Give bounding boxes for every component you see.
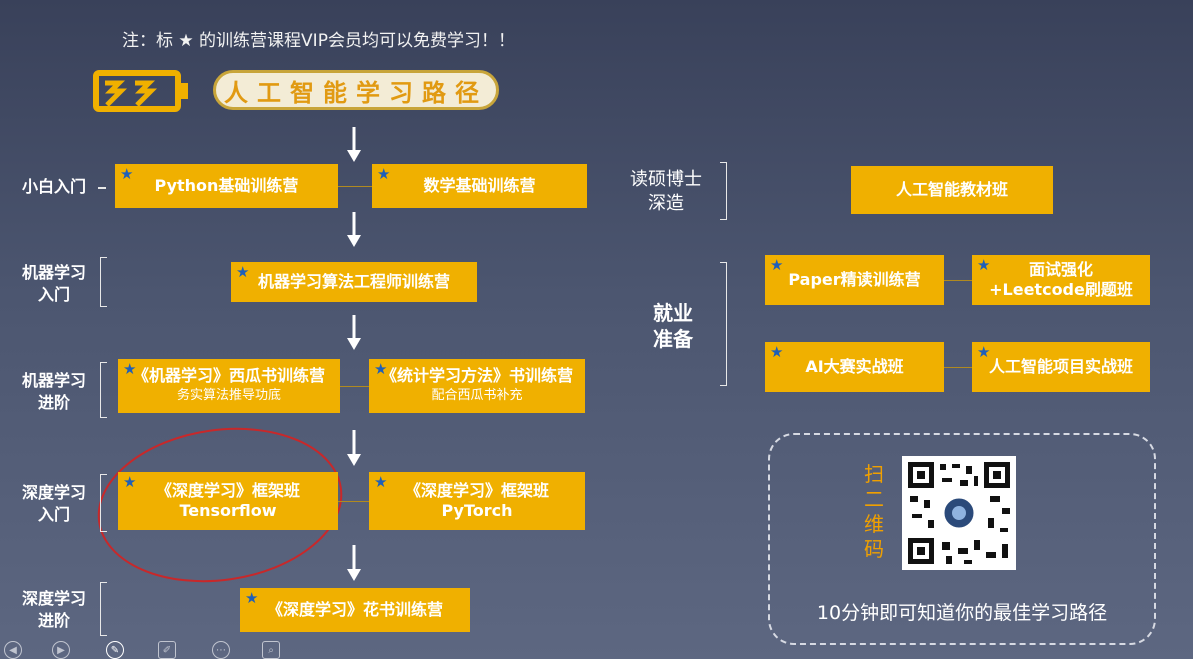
- star-icon: ★: [770, 343, 784, 361]
- connector: [944, 280, 972, 281]
- course-ai-project[interactable]: ★ 人工智能项目实战班: [972, 342, 1150, 392]
- star-icon: ★: [374, 360, 388, 378]
- edit-icon[interactable]: ✐: [158, 641, 176, 659]
- course-math[interactable]: ★ 数学基础训练营: [372, 164, 587, 208]
- connector: [340, 386, 369, 387]
- star-icon: ★: [236, 263, 250, 281]
- pen-icon[interactable]: ✎: [106, 641, 124, 659]
- star-icon: ★: [374, 473, 388, 491]
- connector: [338, 501, 369, 502]
- bracket: [720, 262, 727, 386]
- connector: [944, 367, 972, 368]
- stage-label-job-prep: 就业 准备: [653, 301, 693, 351]
- stage-label-dl-intro: 深度学习 入门: [21, 483, 86, 524]
- bracket: [100, 582, 107, 636]
- stage-label-beginner: 小白入门: [21, 177, 86, 196]
- stage-label-ml-intro: 机器学习 入门: [21, 263, 86, 304]
- connector: [338, 186, 372, 187]
- bracket: [100, 362, 107, 418]
- prev-icon[interactable]: ◀: [4, 641, 22, 659]
- bracket-tick: [98, 187, 106, 189]
- course-watermelon[interactable]: ★ 《机器学习》西瓜书训练营 务实算法推导功底: [118, 359, 340, 413]
- stage-label-dl-advanced: 深度学习 进阶: [21, 589, 86, 630]
- stage-label-graduate: 读硕博士 深造: [630, 169, 702, 214]
- course-interview-leetcode[interactable]: ★ 面试强化 +Leetcode刷题班: [972, 255, 1150, 305]
- qr-code-icon[interactable]: [902, 456, 1016, 570]
- course-ai-textbook[interactable]: 人工智能教材班: [851, 166, 1053, 214]
- stage-label-ml-advanced: 机器学习 进阶: [21, 371, 86, 412]
- bracket: [100, 474, 107, 532]
- star-icon: ★: [123, 473, 137, 491]
- bracket: [100, 257, 107, 307]
- star-icon: ★: [120, 165, 134, 183]
- next-icon[interactable]: ▶: [52, 641, 70, 659]
- more-icon[interactable]: ⋯: [212, 641, 230, 659]
- course-ml-engineer[interactable]: ★ 机器学习算法工程师训练营: [231, 262, 477, 302]
- star-icon: ★: [377, 165, 391, 183]
- qr-caption: 10分钟即可知道你的最佳学习路径: [816, 602, 1108, 624]
- course-paper-reading[interactable]: ★ Paper精读训练营: [765, 255, 944, 305]
- course-python[interactable]: ★ Python基础训练营: [115, 164, 338, 208]
- course-ai-contest[interactable]: ★ AI大赛实战班: [765, 342, 944, 392]
- bracket: [720, 162, 727, 220]
- star-icon: ★: [770, 256, 784, 274]
- star-icon: ★: [977, 256, 991, 274]
- star-icon: ★: [123, 360, 137, 378]
- star-icon: ★: [245, 589, 259, 607]
- course-statistical-learning[interactable]: ★ 《统计学习方法》书训练营 配合西瓜书补充: [369, 359, 585, 413]
- course-dl-pytorch[interactable]: ★ 《深度学习》框架班 PyTorch: [369, 472, 585, 530]
- qr-label: 扫二维码: [864, 462, 884, 561]
- course-dl-tensorflow[interactable]: ★ 《深度学习》框架班 Tensorflow: [118, 472, 338, 530]
- star-icon: ★: [977, 343, 991, 361]
- course-flower-book[interactable]: ★ 《深度学习》花书训练营: [240, 588, 470, 632]
- zoom-icon[interactable]: ⌕: [262, 641, 280, 659]
